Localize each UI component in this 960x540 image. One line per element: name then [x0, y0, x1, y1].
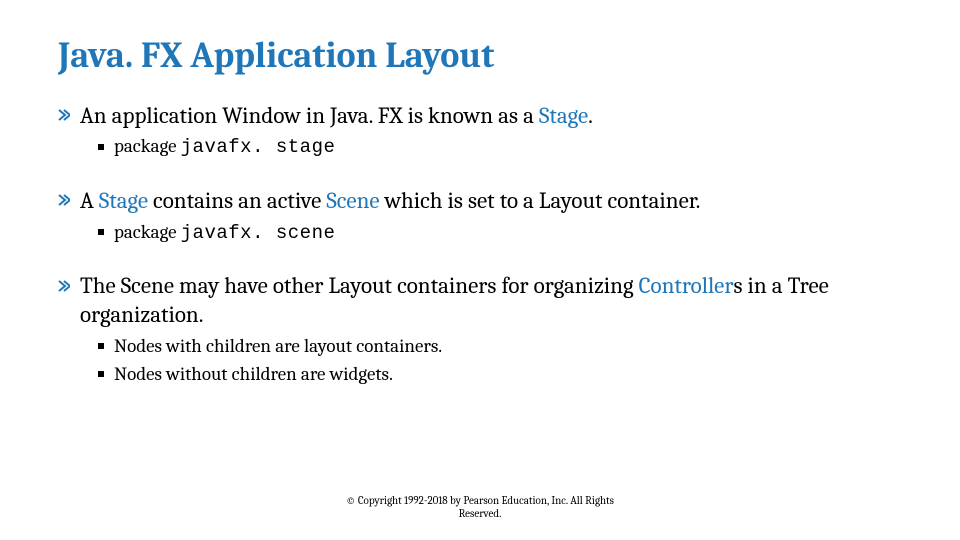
sub-list: package javafx. scene	[80, 220, 902, 247]
sub-list: package javafx. stage	[80, 134, 902, 161]
bullet-item: An application Window in Java. FX is kno…	[58, 102, 902, 161]
slide-title: Java. FX Application Layout	[58, 36, 902, 76]
bullet-list: An application Window in Java. FX is kno…	[58, 102, 902, 388]
bullet-text: A Stage contains an active Scene which i…	[80, 187, 700, 214]
arrow-bullet-icon	[58, 280, 70, 292]
bullet-item: The Scene may have other Layout containe…	[58, 272, 902, 387]
copyright-footer: © Copyright 1992-2018 by Pearson Educati…	[0, 494, 960, 520]
bullet-text: The Scene may have other Layout containe…	[80, 272, 829, 328]
sub-item: Nodes with children are layout container…	[98, 334, 902, 360]
sub-list: Nodes with children are layout container…	[80, 334, 902, 387]
bullet-text: An application Window in Java. FX is kno…	[80, 102, 593, 129]
sub-item: Nodes without children are widgets.	[98, 362, 902, 388]
sub-item: package javafx. scene	[98, 220, 902, 247]
arrow-bullet-icon	[58, 109, 70, 121]
bullet-item: A Stage contains an active Scene which i…	[58, 187, 902, 246]
slide: Java. FX Application Layout An applicati…	[0, 0, 960, 540]
sub-item: package javafx. stage	[98, 134, 902, 161]
arrow-bullet-icon	[58, 194, 70, 206]
